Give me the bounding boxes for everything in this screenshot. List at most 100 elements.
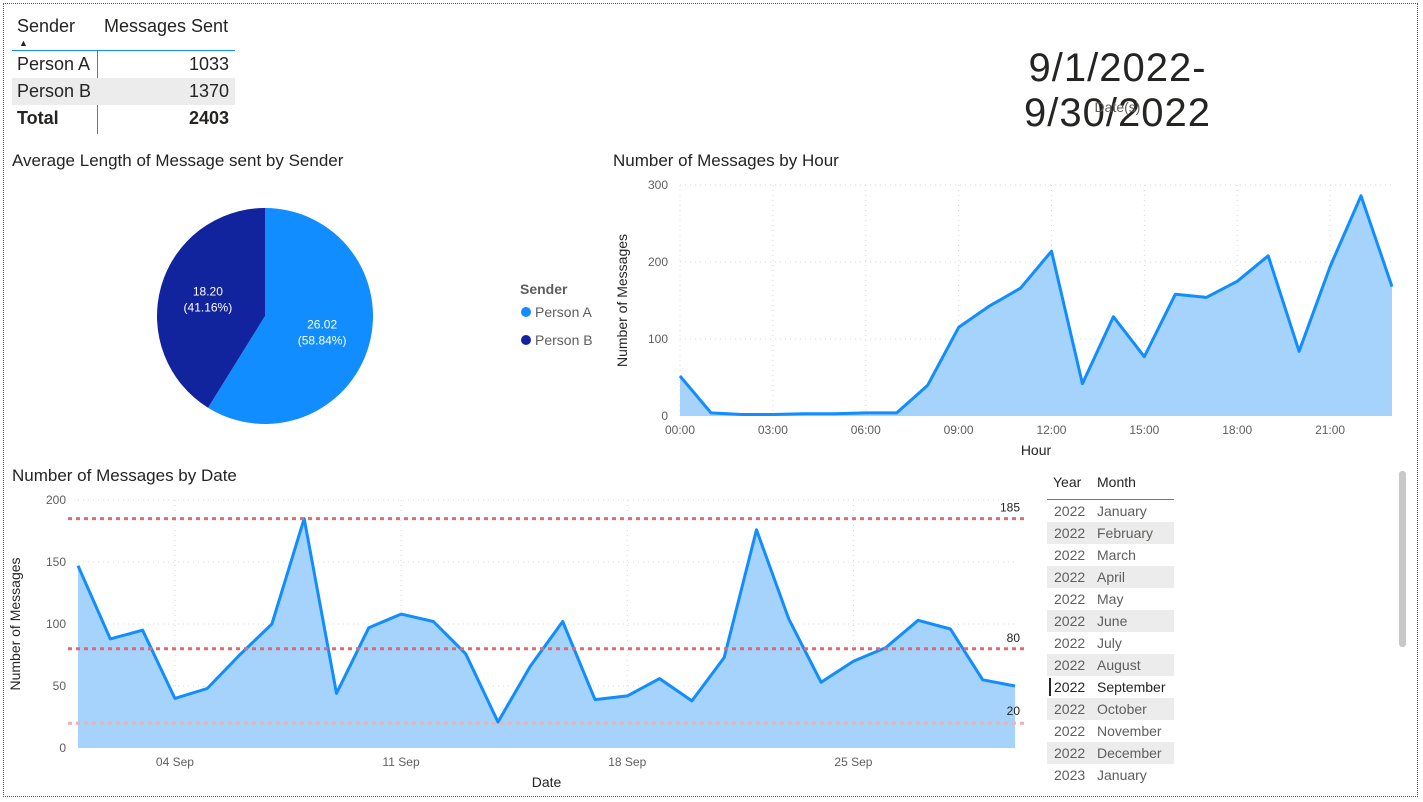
slicer-item[interactable]: 2023 January: [1047, 764, 1174, 786]
slicer-item-month: February: [1097, 525, 1154, 541]
slicer-item[interactable]: 2022 November: [1047, 720, 1174, 742]
date-chart-title: Number of Messages by Date: [12, 466, 237, 485]
y-tick-label: 100: [648, 332, 668, 346]
y-tick-label: 200: [46, 493, 66, 507]
sender-cell: Person B: [17, 81, 92, 101]
slicer-item[interactable]: 2022 January: [1047, 500, 1174, 522]
data-point: [707, 409, 715, 417]
slicer-item-year: 2022: [1054, 723, 1086, 739]
x-tick-label: 25 Sep: [834, 755, 872, 769]
x-tick-label: 09:00: [944, 423, 974, 437]
y-tick-label: 100: [46, 617, 66, 631]
data-point: [893, 409, 901, 417]
data-point: [1388, 283, 1396, 291]
slicer-item-month: October: [1097, 701, 1147, 717]
data-point: [862, 409, 870, 417]
total-label: Total: [17, 108, 59, 128]
hour-area-chart[interactable]: 0 100 200 300 00:00 03:00 06:00 09:00 12:00 15:00…: [605, 172, 1405, 462]
slicer-item-month: August: [1097, 657, 1141, 673]
data-point: [203, 684, 211, 692]
date-range-label: Date(s): [1094, 99, 1141, 115]
count-cell: 1033: [188, 54, 229, 74]
slicer-item-year: 2022: [1054, 679, 1086, 695]
slicer-item-month: March: [1097, 547, 1136, 563]
data-point: [831, 410, 839, 418]
x-axis-title: Date: [532, 774, 562, 790]
slicer-item[interactable]: 2022 April: [1047, 566, 1174, 588]
slicer-item-month: November: [1097, 723, 1162, 739]
pie-chart[interactable]: 26.02 (58.84%) 18.20 (41.16%): [0, 170, 600, 450]
slicer-header-year: Year: [1053, 474, 1082, 490]
data-point: [1357, 192, 1365, 200]
data-point: [849, 657, 857, 665]
data-point: [676, 372, 684, 380]
x-tick-label: 18 Sep: [608, 755, 646, 769]
x-tick-label: 12:00: [1036, 423, 1066, 437]
slicer-item[interactable]: 2022 September: [1047, 676, 1174, 698]
pie-data-label-percent: (58.84%): [298, 333, 347, 347]
scrollbar[interactable]: [1399, 471, 1406, 647]
table-row[interactable]: Person B 1370: [12, 78, 235, 105]
y-tick-label: 150: [46, 555, 66, 569]
slicer-item[interactable]: 2022 August: [1047, 654, 1174, 676]
legend-title: Sender: [520, 281, 568, 297]
slicer-item-year: 2022: [1054, 547, 1086, 563]
slicer-item-year: 2022: [1054, 503, 1086, 519]
sort-ascending-icon[interactable]: ▲: [19, 38, 28, 48]
date-range-card: 9/1/2022-9/30/2022: [1024, 46, 1211, 135]
slicer-item[interactable]: 2022 December: [1047, 742, 1174, 764]
date-area-chart[interactable]: 0 50 100 150 200 04 Sep 11 Sep 18 Sep 25 Sep Date…: [0, 488, 1040, 796]
slicer-item[interactable]: 2022 June: [1047, 610, 1174, 632]
slicer-item[interactable]: 2022 October: [1047, 698, 1174, 720]
slicer-item[interactable]: 2022 July: [1047, 632, 1174, 654]
data-point: [139, 626, 147, 634]
slicer-item-month: May: [1097, 591, 1124, 607]
data-point: [1047, 247, 1055, 255]
x-tick-label: 06:00: [851, 423, 881, 437]
column-header-sender[interactable]: Sender: [17, 16, 75, 37]
y-tick-label: 0: [661, 409, 668, 423]
x-tick-label: 15:00: [1129, 423, 1159, 437]
y-tick-label: 200: [648, 255, 668, 269]
total-value: 2403: [188, 108, 229, 128]
data-point: [171, 694, 179, 702]
data-point: [268, 620, 276, 628]
legend-item-person-a[interactable]: Person A: [521, 304, 592, 320]
data-point: [924, 381, 932, 389]
data-point: [1078, 380, 1086, 388]
slicer-item-year: 2022: [1054, 635, 1086, 651]
slicer-item-year: 2022: [1054, 657, 1086, 673]
slicer-item[interactable]: 2022 May: [1047, 588, 1174, 610]
table-row[interactable]: Person A 1033: [12, 51, 235, 78]
legend-item-person-b[interactable]: Person B: [521, 332, 593, 348]
data-point: [1171, 290, 1179, 298]
slicer-item-year: 2022: [1054, 745, 1086, 761]
slicer-item-year: 2022: [1054, 569, 1086, 585]
data-point: [1011, 682, 1019, 690]
data-point: [462, 650, 470, 658]
data-point: [656, 675, 664, 683]
data-point: [1140, 353, 1148, 361]
year-month-slicer: Year Month 2022 January 2022 February 2022 Ma…: [1047, 468, 1174, 794]
legend-marker: [521, 307, 531, 317]
slicer-item-month: December: [1097, 745, 1162, 761]
slicer-item[interactable]: 2022 February: [1047, 522, 1174, 544]
data-point: [236, 651, 244, 659]
data-point: [1264, 252, 1272, 260]
total-row: Total 2403: [12, 105, 235, 132]
slicer-item-month: April: [1097, 569, 1126, 585]
pie-data-label: 18.20: [193, 285, 223, 299]
count-cell: 1370: [188, 81, 229, 101]
reference-line-label: 80: [1007, 631, 1021, 645]
pie-chart-title: Average Length of Message sent by Sender: [12, 151, 344, 170]
data-point: [979, 676, 987, 684]
column-header-messages-sent[interactable]: Messages Sent: [104, 16, 228, 37]
data-point: [365, 624, 373, 632]
data-point: [332, 689, 340, 697]
slicer-item[interactable]: 2022 March: [1047, 544, 1174, 566]
data-point: [753, 526, 761, 534]
slicer-item-month: June: [1097, 613, 1128, 629]
data-point: [1233, 277, 1241, 285]
slicer-item-year: 2022: [1054, 701, 1086, 717]
reference-line-label: 20: [1007, 704, 1021, 718]
